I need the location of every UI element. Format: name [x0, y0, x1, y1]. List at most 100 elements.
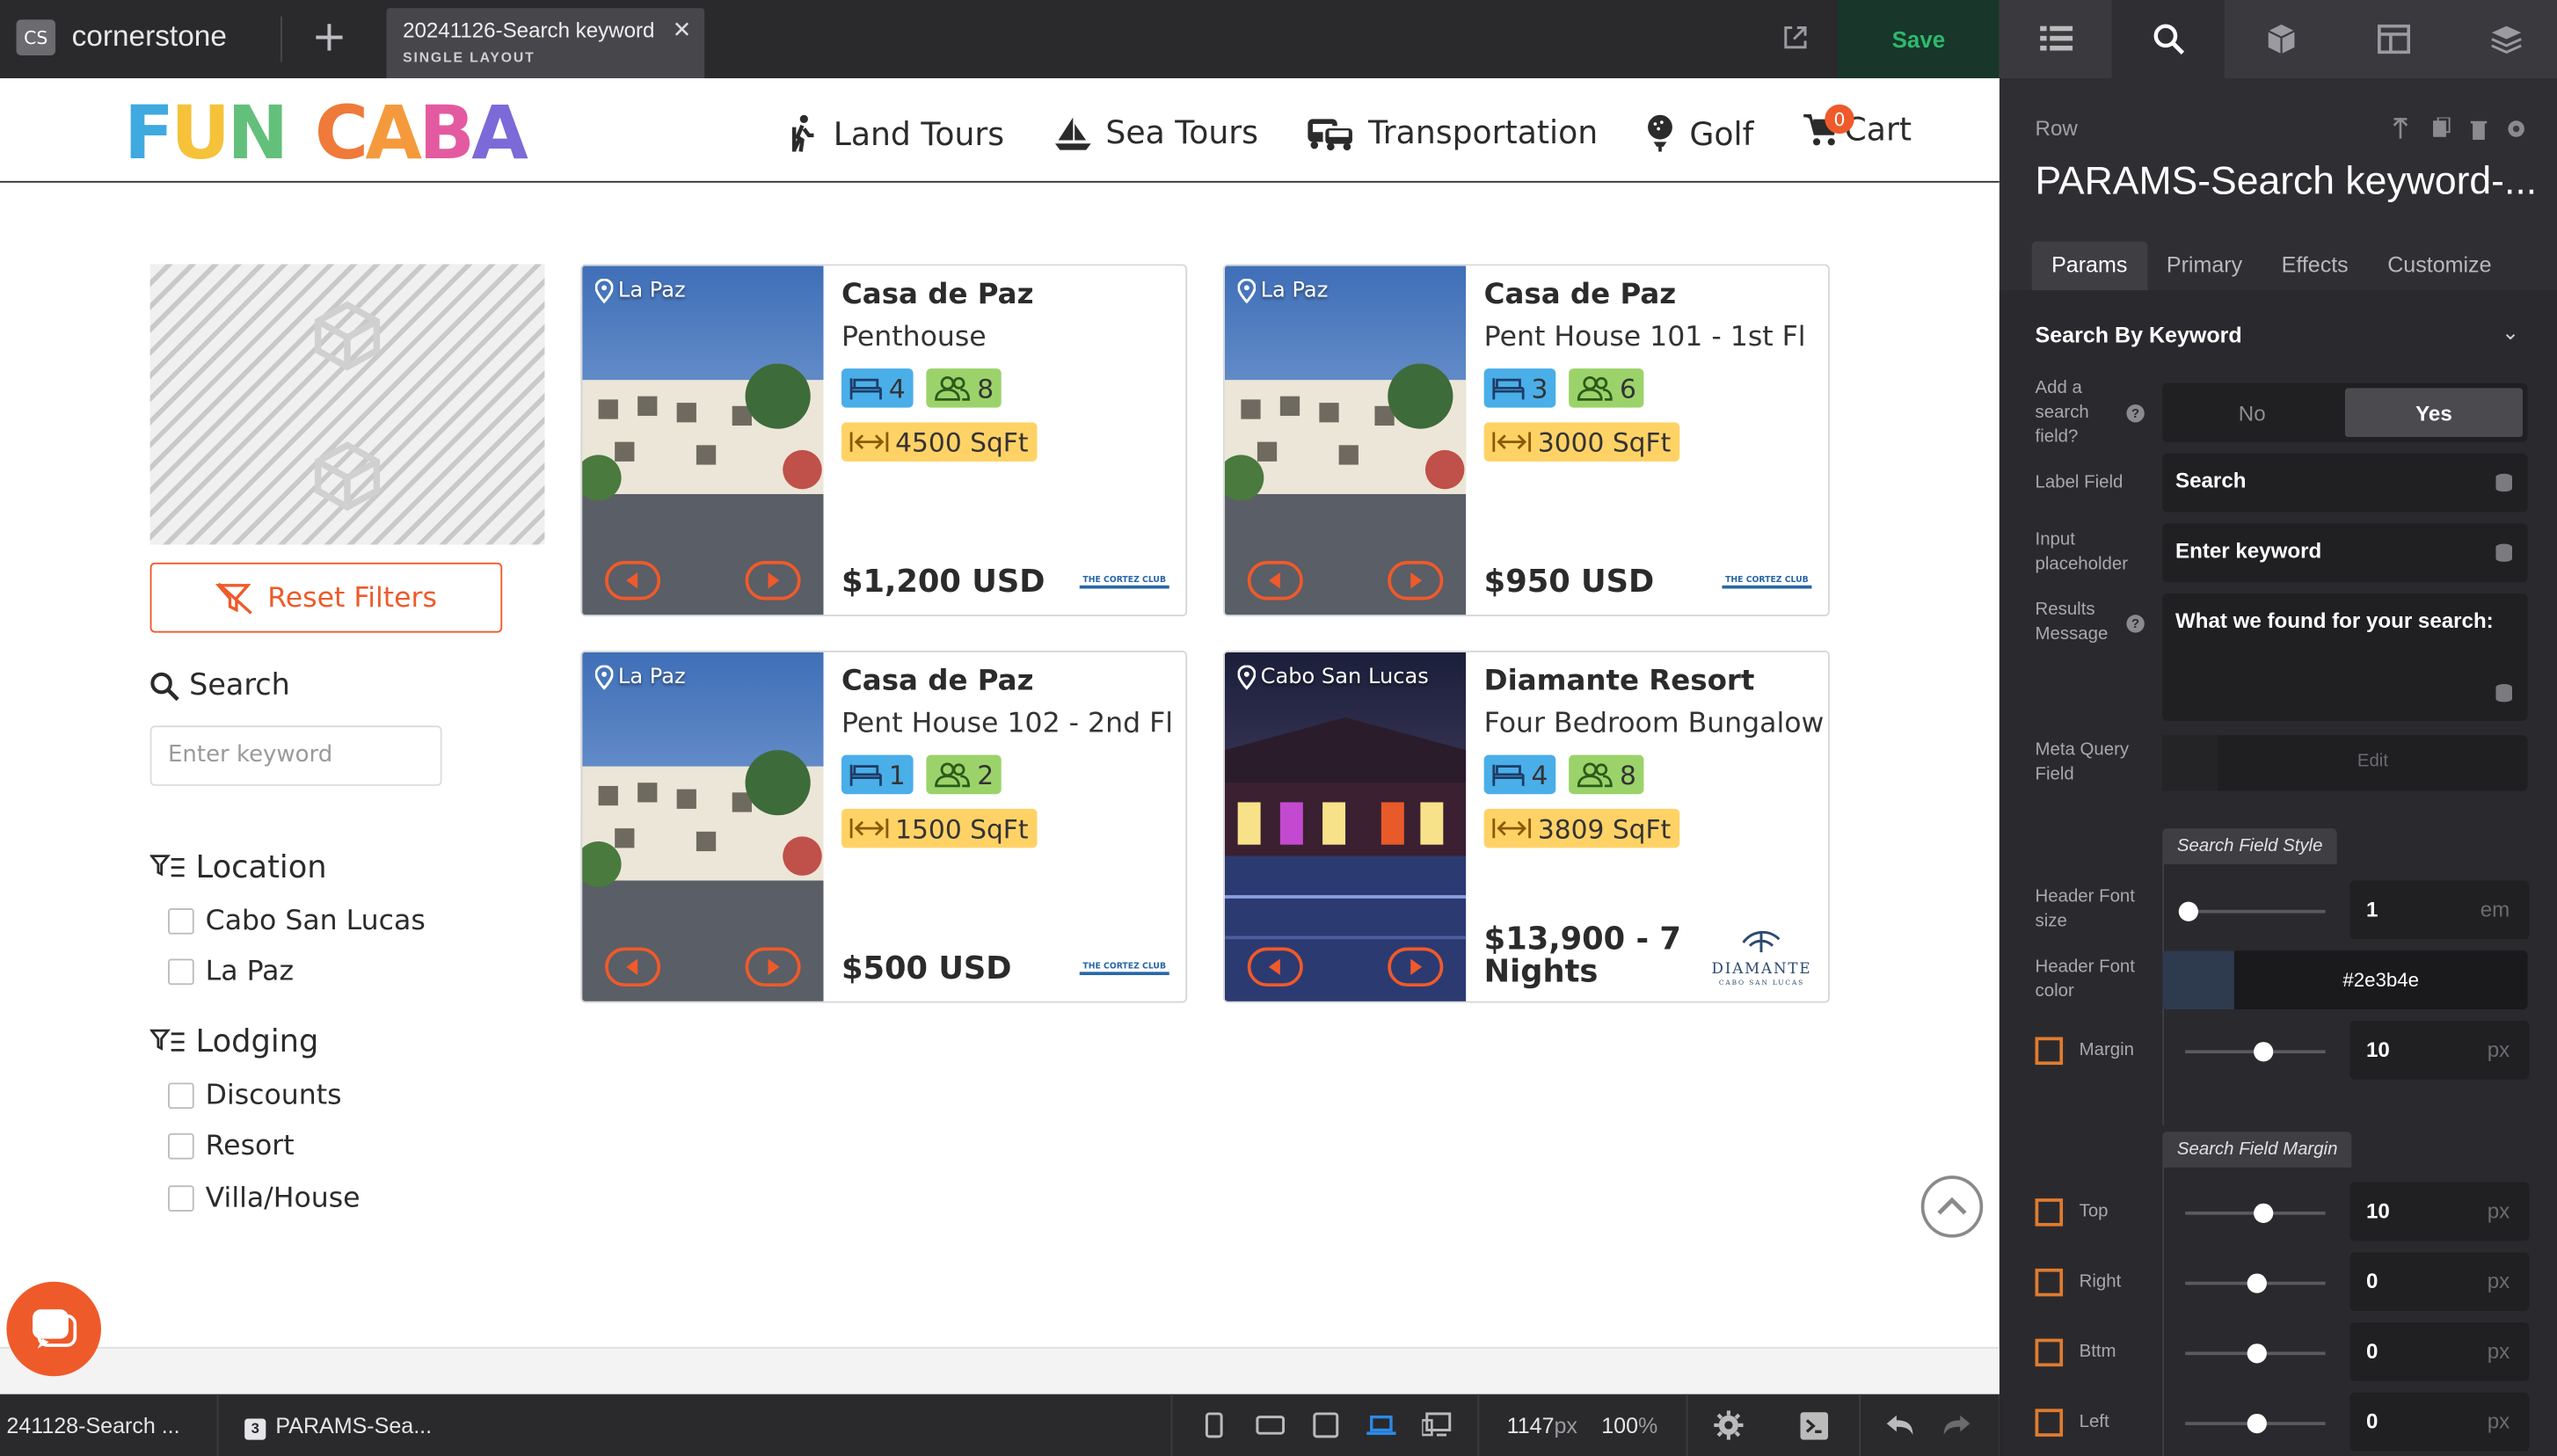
prev-arrow-icon[interactable] [1247, 560, 1303, 601]
margin-input[interactable]: 10 px [2349, 1020, 2530, 1080]
checkbox[interactable] [168, 1082, 194, 1110]
phone-view-icon[interactable] [1198, 1412, 1228, 1438]
help-icon[interactable]: ? [2126, 404, 2145, 423]
nav-land-tours[interactable]: Land Tours [788, 114, 1004, 154]
header-font-size-input[interactable]: 1 em [2349, 880, 2530, 940]
property-card[interactable]: La Paz Casa de Paz Penthouse 4 8 4500 Sq… [580, 264, 1188, 617]
chevron-up-icon [1937, 1197, 1967, 1215]
color-swatch[interactable] [2162, 950, 2234, 1009]
margin-left-input[interactable]: 0 px [2349, 1392, 2530, 1452]
code-editor-icon[interactable] [1800, 1412, 1829, 1440]
element-tools[interactable] [2391, 117, 2553, 141]
section-title[interactable]: Search By Keyword [2036, 323, 2242, 347]
save-button[interactable]: Save [1838, 0, 2000, 79]
filter-option-la-paz[interactable]: La Paz [168, 956, 294, 988]
property-card[interactable]: Cabo San Lucas Diamante Resort Four Bedr… [1222, 650, 1830, 1003]
search-icon[interactable] [2111, 0, 2225, 79]
filter-option-resort[interactable]: Resort [168, 1130, 295, 1162]
margin-right-slider[interactable] [2185, 1273, 2326, 1293]
logo-letter: A [471, 90, 528, 177]
filter-option-discounts[interactable]: Discounts [168, 1080, 342, 1112]
phone-landscape-view-icon[interactable] [1256, 1412, 1286, 1438]
checkbox[interactable] [168, 1185, 194, 1212]
layers-list-icon[interactable] [2000, 0, 2112, 78]
prev-arrow-icon[interactable] [1247, 947, 1303, 987]
redo-icon[interactable] [1942, 1412, 1971, 1438]
header-font-size-slider[interactable] [2178, 901, 2326, 921]
checkbox[interactable] [168, 1132, 194, 1160]
chat-button[interactable] [6, 1281, 101, 1377]
margin-left-slider[interactable] [2185, 1413, 2326, 1434]
gear-icon[interactable] [1714, 1410, 1744, 1440]
area-chip: 3000 SqFt [1483, 422, 1679, 462]
breadcrumb-element[interactable]: 3 PARAMS-Sea... [244, 1414, 432, 1440]
meta-edit-button[interactable]: Edit [2218, 752, 2527, 771]
margin-right-input[interactable]: 0 px [2349, 1252, 2530, 1312]
layout-icon[interactable] [2337, 0, 2450, 78]
nav-sea-tours[interactable]: Sea Tours [1053, 114, 1258, 151]
tab-customize[interactable]: Customize [2368, 241, 2511, 290]
next-arrow-icon[interactable] [745, 947, 801, 987]
add-search-label: Add a search field? [2035, 378, 2089, 448]
results-message-textarea[interactable]: What we found for your search: [2162, 593, 2528, 721]
reset-filters-button[interactable]: Reset Filters [149, 562, 503, 633]
laptop-view-icon[interactable] [1366, 1412, 1396, 1438]
guests-count: 2 [977, 759, 994, 790]
header-font-color-picker[interactable]: #2e3b4e [2162, 950, 2528, 1009]
database-icon[interactable] [2495, 543, 2513, 563]
prev-arrow-icon[interactable] [605, 947, 661, 987]
margin-bottom-slider[interactable] [2185, 1343, 2326, 1364]
chevron-down-icon[interactable]: ⌄ [2502, 320, 2519, 346]
margin-top-slider[interactable] [2185, 1203, 2326, 1223]
property-card[interactable]: La Paz Casa de Paz Pent House 101 - 1st … [1222, 264, 1830, 617]
close-icon[interactable]: ✕ [673, 18, 692, 44]
tab-effects[interactable]: Effects [2262, 241, 2368, 290]
card-title[interactable]: Casa de Paz [1484, 279, 1815, 311]
database-icon[interactable] [2495, 473, 2513, 492]
search-input[interactable]: Enter keyword [149, 725, 442, 786]
next-arrow-icon[interactable] [1388, 947, 1444, 987]
nav-golf[interactable]: Golf [1643, 114, 1753, 154]
breadcrumb-document[interactable]: 241128-Search ... [6, 1414, 179, 1438]
filter-option-cabo-san-lucas[interactable]: Cabo San Lucas [168, 905, 426, 937]
tab-primary[interactable]: Primary [2147, 241, 2262, 290]
add-tab-icon[interactable]: + [311, 13, 346, 62]
fun-cabo-logo[interactable]: F U N C A B A [124, 90, 528, 177]
viewport-width[interactable]: 1147px [1507, 1414, 1577, 1438]
database-icon[interactable] [2495, 683, 2513, 703]
tab-params[interactable]: Params [2031, 241, 2147, 291]
label-field-value: Search [2175, 468, 2247, 493]
checkbox[interactable] [168, 958, 194, 986]
cube-icon[interactable] [2225, 0, 2337, 78]
prev-arrow-icon[interactable] [605, 560, 661, 601]
next-arrow-icon[interactable] [745, 560, 801, 601]
desktop-view-icon[interactable] [1422, 1412, 1452, 1438]
zoom-level[interactable]: 100% [1601, 1414, 1657, 1438]
document-tab[interactable]: 20241126-Search keyword SINGLE LAYOUT ✕ [386, 8, 705, 79]
margin-slider[interactable] [2185, 1042, 2326, 1062]
help-icon[interactable]: ? [2126, 615, 2145, 633]
external-link-icon[interactable] [1781, 23, 1810, 52]
nav-cart[interactable]: Cart [1802, 111, 1912, 149]
undo-icon[interactable] [1885, 1412, 1914, 1438]
margin-top-input[interactable]: 10 px [2349, 1182, 2530, 1241]
filter-option-villa-house[interactable]: Villa/House [168, 1183, 361, 1215]
toggle-yes-button[interactable]: Yes [2344, 388, 2524, 438]
card-title[interactable]: Casa de Paz [841, 666, 1172, 698]
card-title[interactable]: Diamante Resort [1484, 666, 1815, 698]
margin-icon [2035, 1037, 2064, 1066]
tablet-view-icon[interactable] [1311, 1412, 1340, 1438]
toggle-no-button[interactable]: No [2162, 388, 2342, 437]
stack-icon[interactable] [2450, 0, 2557, 78]
label-field-input[interactable]: Search [2162, 453, 2528, 513]
nav-transportation[interactable]: Transportation [1307, 114, 1598, 151]
input-placeholder-input[interactable]: Enter keyword [2162, 523, 2528, 583]
checkbox[interactable] [168, 908, 194, 935]
next-arrow-icon[interactable] [1388, 560, 1444, 601]
card-title[interactable]: Casa de Paz [841, 279, 1172, 311]
margin-top-icon [2035, 1198, 2064, 1227]
site-preview: F U N C A B A Land Tours Sea Tours Trans… [0, 78, 2000, 1394]
property-card[interactable]: La Paz Casa de Paz Pent House 102 - 2nd … [580, 650, 1188, 1003]
scroll-to-top-button[interactable] [1920, 1176, 1984, 1238]
margin-bottom-input[interactable]: 0 px [2349, 1322, 2530, 1381]
